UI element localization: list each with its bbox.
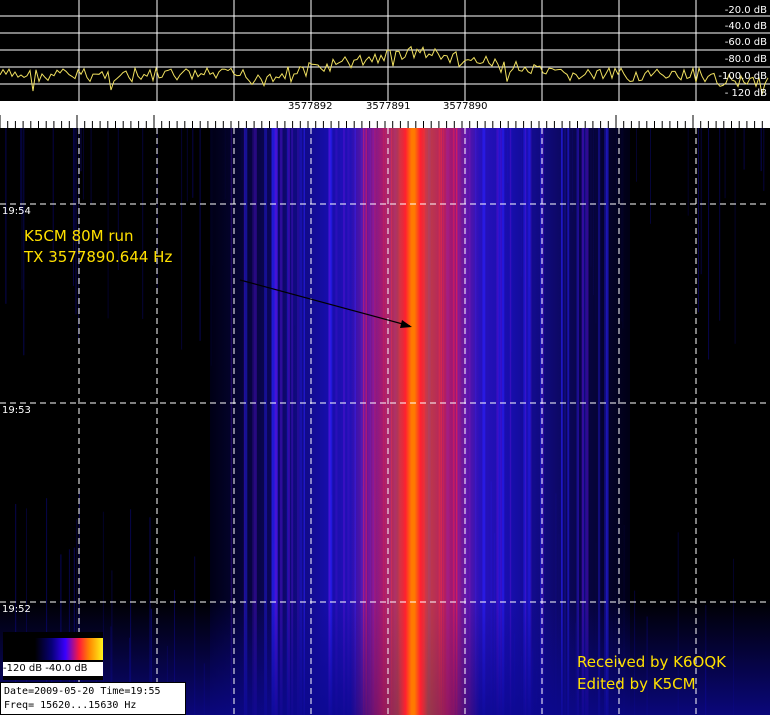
noise-streak [650,128,651,224]
noise-streak [636,128,637,182]
time-label-1954: 19:54 [2,206,31,217]
spectrum-graph [0,0,770,101]
date-time-text: Date=2009-05-20 Time=19:55 [4,686,161,697]
freq-label-3577890: 3577890 [443,101,488,112]
db-label-100: -100.0 dB [718,71,767,82]
legend-min: -120 dB [3,663,43,674]
db-label-20: -20.0 dB [724,5,767,16]
freq-label-3577891: 3577891 [366,101,411,112]
freq-label-3577892: 3577892 [288,101,333,112]
noise-streak [186,128,188,202]
noise-streak [734,128,736,344]
noise-streak [697,128,699,313]
spectrum-panel: -20.0 dB -40.0 dB -60.0 dB -80.0 dB -100… [0,0,770,101]
noise-streak [73,128,75,232]
annotation-line2: TX 3577890.644 Hz [24,248,173,266]
noise-streak [760,128,762,172]
noise-streak [142,128,144,319]
noise-streak [724,128,726,199]
db-label-80: -80.0 dB [724,54,767,65]
noise-streak [700,128,702,275]
waterfall-display: 19:54 19:53 19:52 K5CM 80M run TX 357789… [0,128,770,715]
noise-streak [181,128,183,350]
noise-streak [80,128,82,172]
credit-received: Received by K6OQK [577,653,727,671]
noise-streak [20,128,22,211]
credit-edited: Edited by K5CM [577,675,696,693]
noise-streak [192,128,194,198]
signal-trace [398,128,428,715]
noise-streak [763,128,765,191]
noise-streak [687,128,689,216]
db-label-120: - 120 dB [724,88,767,99]
noise-streak [107,128,109,319]
noise-streak [743,128,745,170]
noise-streak [90,128,92,204]
db-label-60: -60.0 dB [724,37,767,48]
db-label-40: -40.0 dB [724,21,767,32]
time-label-1952: 19:52 [2,604,31,615]
noise-streak [708,128,710,360]
legend-gradient [35,638,103,660]
frequency-scale: 3577892 3577891 3577890 [0,101,770,128]
noise-streak [75,128,77,315]
noise-streak [199,128,201,341]
waterfall-image [0,128,770,715]
freq-range-text: Freq= 15620...15630 Hz [4,700,137,711]
noise-streak [719,128,721,321]
legend-scale: -120 dB -40.0 dB [3,662,103,676]
spectrum-viewer: -20.0 dB -40.0 dB -60.0 dB -80.0 dB -100… [0,0,770,715]
time-label-1953: 19:53 [2,405,31,416]
legend-max: -40.0 dB [45,663,88,674]
noise-streak [82,128,84,200]
info-box: Date=2009-05-20 Time=19:55 Freq= 15620..… [0,682,186,715]
annotation-line1: K5CM 80M run [24,227,134,245]
spectrum-trace [0,45,769,95]
